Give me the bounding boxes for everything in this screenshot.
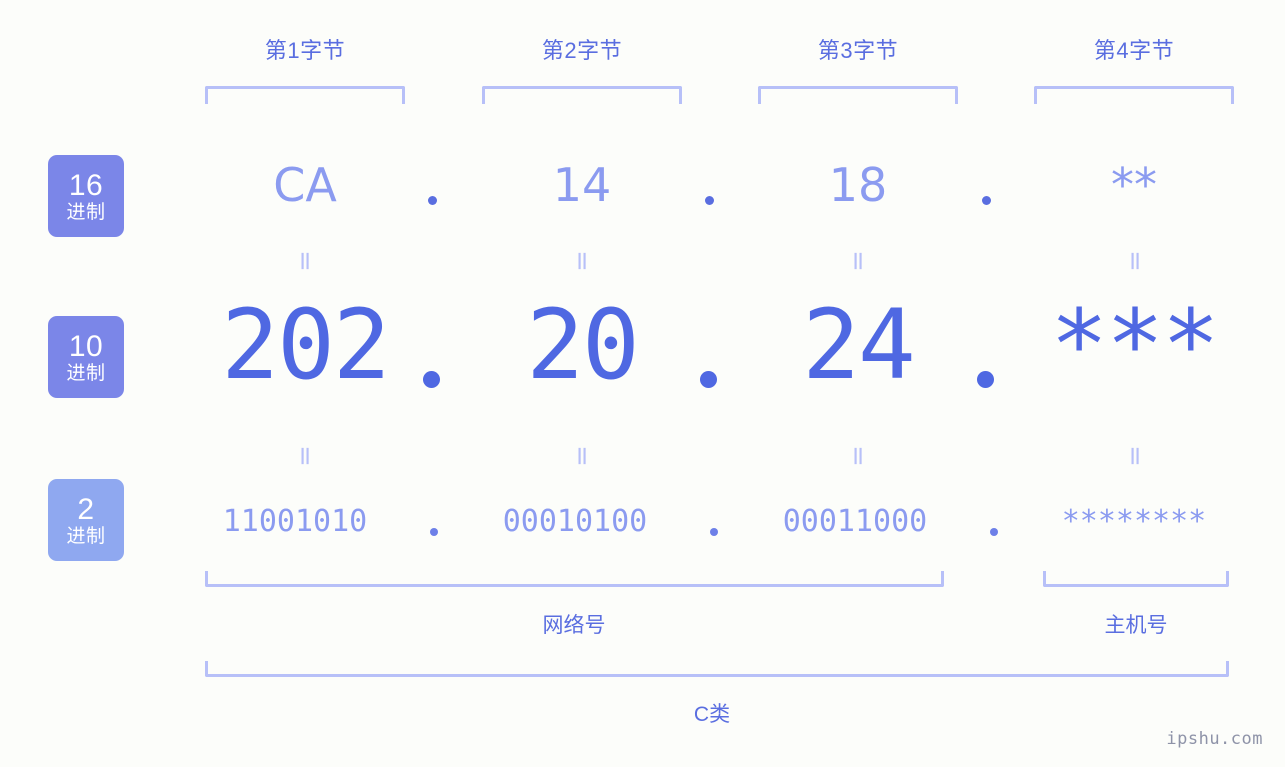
class-caption: C类 — [693, 703, 731, 726]
binary-octet-2: 00010100 — [502, 504, 648, 539]
base-badge-hex-number: 16 — [68, 169, 104, 202]
base-badge-dec-number: 10 — [68, 330, 104, 363]
binary-octet-3: 00011000 — [782, 504, 928, 539]
equals-icon-hex-dec-1: = — [290, 250, 320, 272]
binary-separator-dot-1 — [430, 528, 438, 536]
equals-icon-dec-bin-1: = — [290, 445, 320, 467]
hex-octet-3: 18 — [828, 158, 888, 212]
base-badge-dec-sub: 进制 — [66, 363, 106, 384]
equals-icon-dec-bin-2: = — [567, 445, 597, 467]
base-badge-bin-sub: 进制 — [66, 526, 106, 547]
decimal-separator-dot-1 — [423, 371, 440, 388]
binary-octet-4: ******** — [1061, 504, 1207, 539]
ip-breakdown-diagram: 第1字节 第2字节 第3字节 第4字节 16 进制 10 进制 2 进制 CA … — [0, 0, 1285, 767]
binary-octet-1: 11001010 — [222, 504, 368, 539]
byte-bracket-1 — [205, 86, 405, 104]
network-bracket — [205, 571, 944, 587]
equals-icon-hex-dec-2: = — [567, 250, 597, 272]
base-badge-hex: 16 进制 — [48, 155, 124, 237]
class-bracket — [205, 661, 1229, 677]
decimal-octet-1: 202 — [221, 289, 390, 401]
byte-bracket-4 — [1034, 86, 1234, 104]
decimal-octet-2: 20 — [526, 289, 640, 401]
byte-header-2: 第2字节 — [541, 38, 623, 63]
network-caption: 网络号 — [542, 614, 606, 637]
equals-icon-dec-bin-4: = — [1120, 445, 1150, 467]
byte-header-3: 第3字节 — [817, 38, 899, 63]
base-badge-bin: 2 进制 — [48, 479, 124, 561]
decimal-octet-3: 24 — [802, 289, 916, 401]
hex-separator-dot-1 — [428, 196, 437, 205]
decimal-separator-dot-3 — [977, 371, 994, 388]
equals-icon-dec-bin-3: = — [843, 445, 873, 467]
site-watermark: ipshu.com — [1166, 729, 1263, 749]
byte-header-4: 第4字节 — [1093, 38, 1175, 63]
byte-bracket-2 — [482, 86, 682, 104]
base-badge-bin-number: 2 — [77, 493, 95, 526]
binary-separator-dot-2 — [710, 528, 718, 536]
equals-icon-hex-dec-4: = — [1120, 250, 1150, 272]
host-caption: 主机号 — [1104, 614, 1168, 637]
hex-octet-4: ** — [1111, 158, 1157, 212]
binary-separator-dot-3 — [990, 528, 998, 536]
base-badge-dec: 10 进制 — [48, 316, 124, 398]
hex-separator-dot-3 — [982, 196, 991, 205]
hex-octet-1: CA — [273, 158, 337, 212]
hex-octet-2: 14 — [552, 158, 612, 212]
base-badge-hex-sub: 进制 — [66, 202, 106, 223]
byte-bracket-3 — [758, 86, 958, 104]
decimal-separator-dot-2 — [700, 371, 717, 388]
equals-icon-hex-dec-3: = — [843, 250, 873, 272]
byte-header-1: 第1字节 — [264, 38, 346, 63]
hex-separator-dot-2 — [705, 196, 714, 205]
decimal-octet-4: *** — [1050, 289, 1219, 401]
host-bracket — [1043, 571, 1229, 587]
